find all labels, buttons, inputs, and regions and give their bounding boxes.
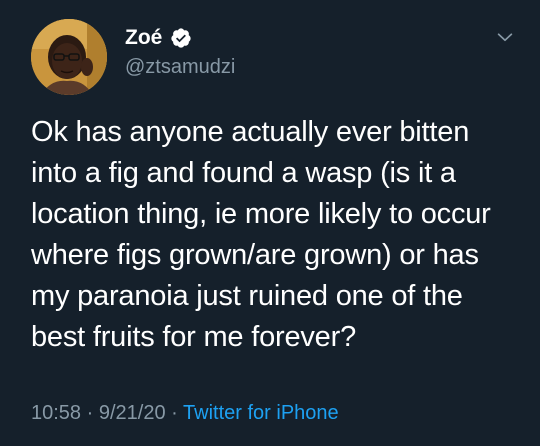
tweet-line: my paranoia just ruined one of the [31,280,463,312]
tweet-line: where figs grown/are grown) or has [31,239,479,271]
tweet-line: Ok has anyone actually ever bitten [31,116,470,148]
display-name[interactable]: Zoé [125,25,162,51]
tweet-line: location thing, ie more likely to occur [31,198,491,230]
tweet-line: into a fig and found a wasp (is it a [31,157,456,189]
meta-separator: · [86,402,94,424]
chevron-down-icon[interactable] [494,26,516,48]
tweet-line: best fruits for me forever? [31,321,356,353]
tweet-text: Ok has anyone actually ever bitten into … [31,112,521,358]
tweet-meta: 10:58 · 9/21/20 · Twitter for iPhone [31,401,339,425]
tweet-card: Zoé @ztsamudzi Ok has anyone actually ev… [0,0,540,446]
avatar-photo [31,19,107,95]
avatar[interactable] [31,19,107,95]
meta-separator: · [171,402,178,424]
user-handle[interactable]: @ztsamudzi [125,55,235,79]
author-row: Zoé [125,25,192,51]
verified-badge-icon [171,28,191,48]
tweet-source-link[interactable]: Twitter for iPhone [183,402,339,424]
tweet-date[interactable]: 9/21/20 [99,402,166,424]
tweet-time[interactable]: 10:58 [31,402,81,424]
